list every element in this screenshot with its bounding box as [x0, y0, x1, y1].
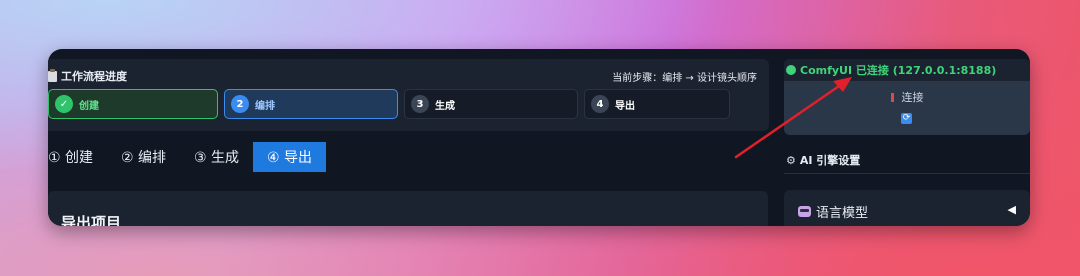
ai-engine-title-text: AI 引擎设置 — [799, 154, 861, 167]
step-label: 导出 — [615, 100, 635, 112]
progress-title-text: 工作流程进度 — [61, 70, 127, 83]
connection-panel: ComfyUI 已连接 (127.0.0.1:8188) 连接 ⟳ — [784, 59, 1030, 135]
connect-label: 连接 — [901, 91, 924, 104]
tab-generate[interactable]: ③ 生成 — [180, 142, 253, 172]
check-icon: ✓ — [55, 95, 73, 113]
step-number: 3 — [411, 95, 429, 113]
connect-button[interactable]: 连接 — [784, 89, 1030, 105]
step-number: 4 — [591, 95, 609, 113]
divider — [784, 173, 1030, 174]
current-step-text: 当前步骤：编排 → 设计镜头顺序 — [612, 73, 757, 84]
step-create[interactable]: ✓ 创建 — [48, 89, 218, 119]
tab-arrange[interactable]: ② 编排 — [107, 142, 180, 172]
language-model-section[interactable]: 语言模型 ◀ — [784, 190, 1030, 226]
language-model-label: 语言模型 — [816, 206, 869, 221]
step-arrange[interactable]: 2 编排 — [224, 89, 398, 119]
step-export[interactable]: 4 导出 — [584, 89, 730, 119]
step-list: ✓ 创建 2 编排 3 生成 4 导出 — [48, 89, 730, 119]
export-panel: 导出项目 — [48, 191, 768, 226]
main-column: 工作流程进度 当前步骤：编排 → 设计镜头顺序 ✓ 创建 2 编排 3 生成 4 — [48, 49, 770, 226]
robot-icon — [798, 206, 811, 217]
step-number: 2 — [231, 95, 249, 113]
tab-bar: ① 创建 ② 编排 ③ 生成 ④ 导出 — [48, 142, 327, 172]
tab-export[interactable]: ④ 导出 — [253, 142, 327, 172]
connection-status-row: ComfyUI 已连接 (127.0.0.1:8188) — [784, 59, 1030, 81]
workflow-progress-panel: 工作流程进度 当前步骤：编排 → 设计镜头顺序 ✓ 创建 2 编排 3 生成 4 — [48, 59, 769, 131]
tab-create[interactable]: ① 创建 — [48, 142, 107, 172]
app-window: 工作流程进度 当前步骤：编排 → 设计镜头顺序 ✓ 创建 2 编排 3 生成 4 — [48, 49, 1030, 226]
plug-icon — [890, 93, 894, 102]
refresh-icon[interactable]: ⟳ — [901, 113, 912, 124]
step-label: 编排 — [255, 100, 275, 112]
step-label: 创建 — [79, 100, 99, 112]
collapse-icon[interactable]: ◀ — [1008, 203, 1016, 216]
ai-engine-settings-title: ⚙ AI 引擎设置 — [786, 152, 860, 168]
language-model-header: 语言模型 — [798, 202, 868, 221]
gear-icon: ⚙ — [786, 153, 796, 167]
progress-title: 工作流程进度 — [48, 68, 127, 84]
step-label: 生成 — [435, 100, 455, 112]
connection-status: ComfyUI 已连接 (127.0.0.1:8188) — [800, 64, 997, 77]
sidebar: ComfyUI 已连接 (127.0.0.1:8188) 连接 ⟳ ⚙ AI 引… — [784, 49, 1030, 226]
export-title: 导出项目 — [61, 214, 122, 226]
step-generate[interactable]: 3 生成 — [404, 89, 578, 119]
status-dot-icon — [786, 65, 796, 75]
clipboard-icon — [48, 68, 57, 82]
